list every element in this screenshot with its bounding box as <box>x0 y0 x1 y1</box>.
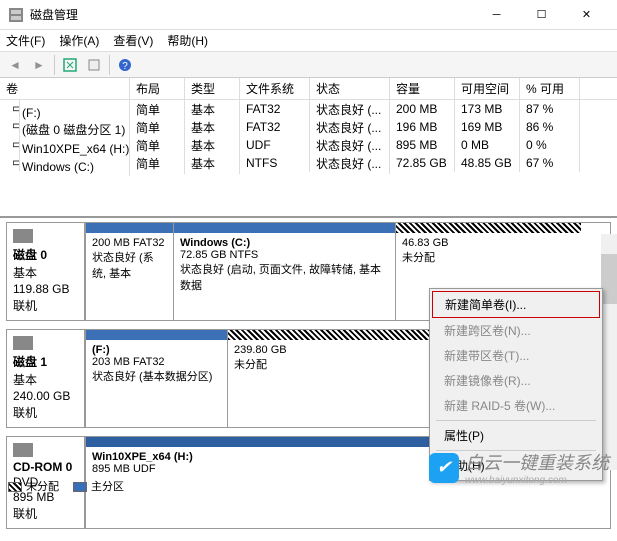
menu-action[interactable]: 操作(A) <box>59 32 99 49</box>
disk-icon <box>13 336 33 350</box>
partition[interactable]: Windows (C:)72.85 GB NTFS状态良好 (启动, 页面文件,… <box>173 223 395 320</box>
watermark: ✔ 白云一键重装系统 www.baiyunxitong.com <box>429 449 609 486</box>
back-button: ◄ <box>4 54 26 76</box>
col-status[interactable]: 状态 <box>310 78 390 99</box>
toolbar: ◄ ► ? <box>0 52 617 78</box>
col-type[interactable]: 类型 <box>185 78 240 99</box>
ctx-new-mirror: 新建镜像卷(R)... <box>432 368 600 393</box>
titlebar: 磁盘管理 ─ ☐ ✕ <box>0 0 617 30</box>
ctx-new-simple[interactable]: 新建简单卷(I)... <box>432 291 600 318</box>
legend-unalloc-label: 未分配 <box>26 481 59 493</box>
partition[interactable]: 200 MB FAT32状态良好 (系统, 基本 <box>85 223 173 320</box>
toolbar-divider <box>54 55 55 75</box>
watermark-icon: ✔ <box>429 453 459 483</box>
legend: 未分配 主分区 <box>8 478 124 494</box>
col-free[interactable]: 可用空间 <box>455 78 520 99</box>
legend-primary-swatch <box>73 482 87 492</box>
ctx-new-raid5: 新建 RAID-5 卷(W)... <box>432 393 600 418</box>
forward-button: ► <box>28 54 50 76</box>
help-button[interactable]: ? <box>114 54 136 76</box>
app-icon <box>8 7 24 23</box>
ctx-new-stripe: 新建带区卷(T)... <box>432 343 600 368</box>
action-button[interactable] <box>83 54 105 76</box>
scroll-thumb[interactable] <box>601 254 617 304</box>
menu-view[interactable]: 查看(V) <box>113 32 153 49</box>
disk-info[interactable]: 磁盘 0基本119.88 GB联机 <box>7 223 85 320</box>
ctx-new-span: 新建跨区卷(N)... <box>432 318 600 343</box>
partition[interactable]: (F:)203 MB FAT32状态良好 (基本数据分区) <box>85 330 227 427</box>
legend-primary-label: 主分区 <box>91 481 124 493</box>
ctx-properties[interactable]: 属性(P) <box>432 423 600 448</box>
toolbar-divider <box>109 55 110 75</box>
window-title: 磁盘管理 <box>30 6 474 23</box>
menu-file[interactable]: 文件(F) <box>6 32 45 49</box>
disk-icon <box>13 443 33 457</box>
svg-text:?: ? <box>122 61 128 72</box>
watermark-text: 白云一键重装系统 <box>465 453 609 473</box>
col-capacity[interactable]: 容量 <box>390 78 455 99</box>
col-fs[interactable]: 文件系统 <box>240 78 310 99</box>
disk-info[interactable]: 磁盘 1基本240.00 GB联机 <box>7 330 85 427</box>
volume-list[interactable]: 卷 布局 类型 文件系统 状态 容量 可用空间 % 可用 ▭(F:)简单基本FA… <box>0 78 617 218</box>
minimize-button[interactable]: ─ <box>474 1 519 29</box>
maximize-button[interactable]: ☐ <box>519 1 564 29</box>
legend-unalloc-swatch <box>8 482 22 492</box>
col-pctfree[interactable]: % 可用 <box>520 78 580 99</box>
menu-help[interactable]: 帮助(H) <box>167 32 208 49</box>
ctx-separator <box>436 420 596 421</box>
disk-icon <box>13 229 33 243</box>
close-button[interactable]: ✕ <box>564 1 609 29</box>
watermark-sub: www.baiyunxitong.com <box>465 475 609 486</box>
refresh-button[interactable] <box>59 54 81 76</box>
menubar: 文件(F) 操作(A) 查看(V) 帮助(H) <box>0 30 617 52</box>
list-header: 卷 布局 类型 文件系统 状态 容量 可用空间 % 可用 <box>0 78 617 100</box>
table-row[interactable]: ▭Windows (C:)简单基本NTFS状态良好 (...72.85 GB48… <box>0 154 617 172</box>
scrollbar[interactable] <box>601 234 617 470</box>
col-layout[interactable]: 布局 <box>130 78 185 99</box>
col-volume[interactable]: 卷 <box>0 78 130 99</box>
